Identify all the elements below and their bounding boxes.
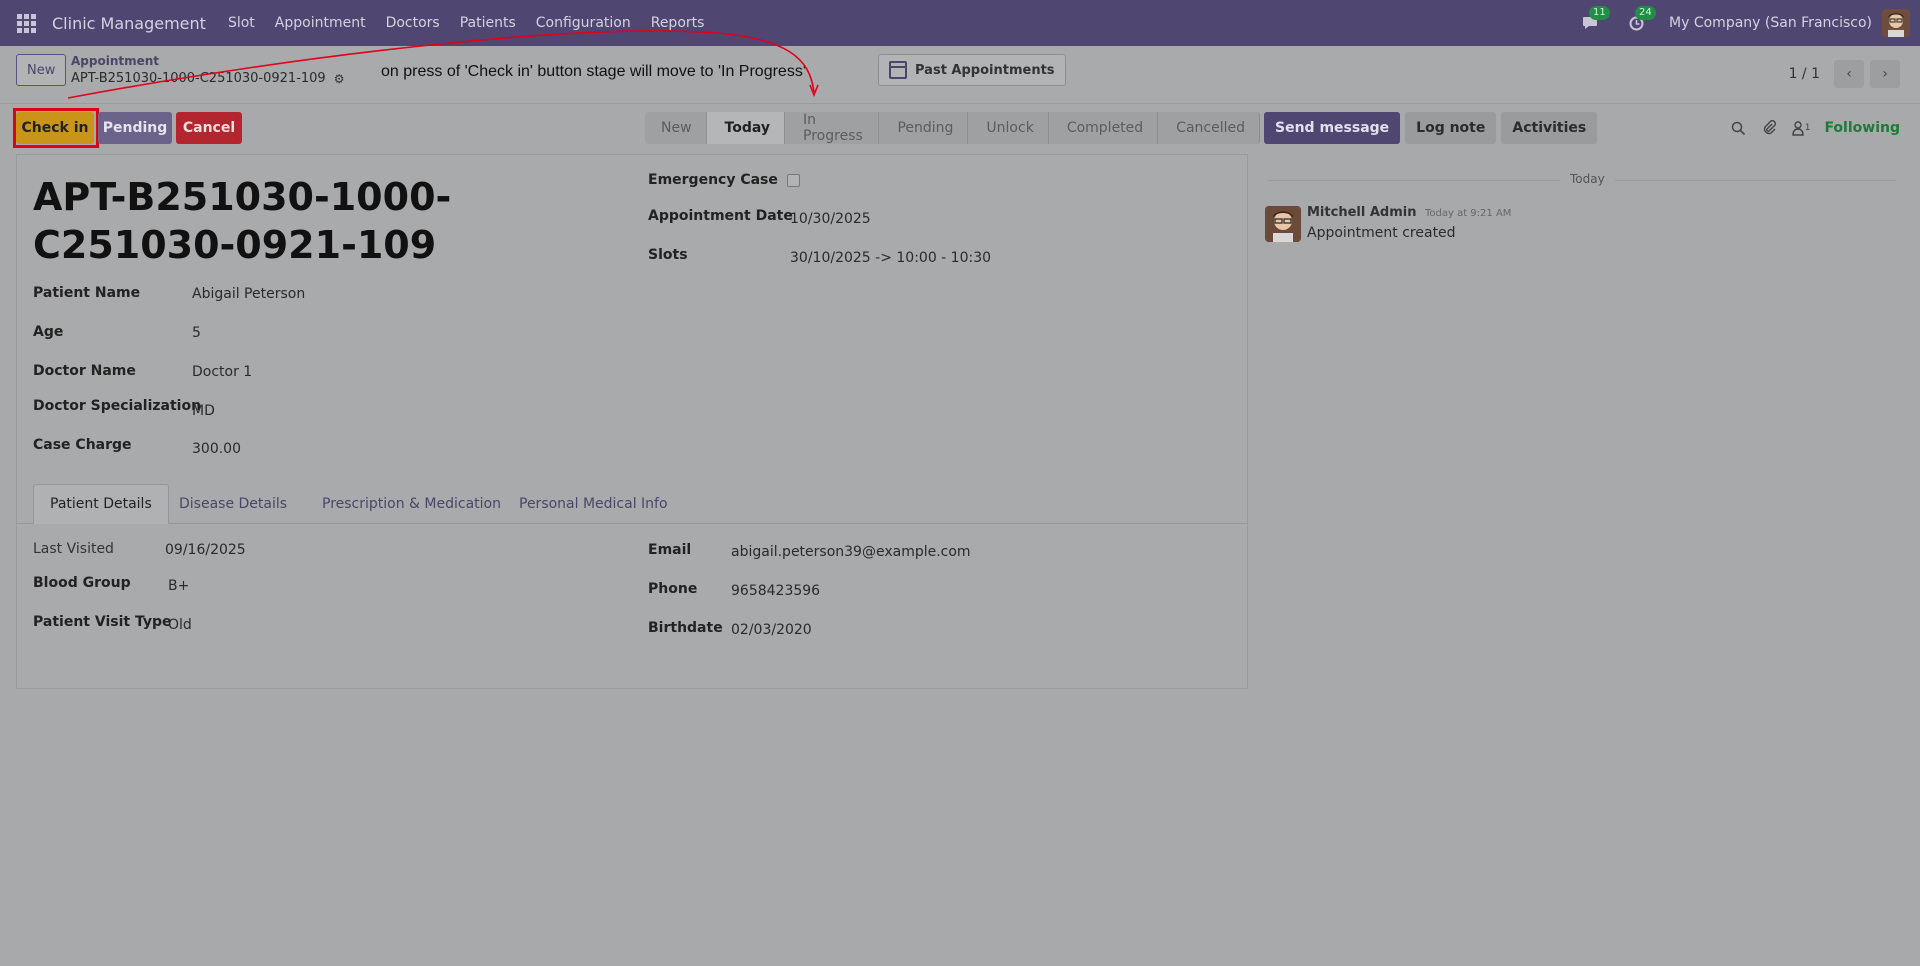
messages-icon[interactable]: 11 xyxy=(1577,6,1610,36)
pager-value[interactable]: 1 / 1 xyxy=(1789,66,1820,82)
tab-prescription-medication[interactable]: Prescription & Medication xyxy=(306,484,517,524)
pending-button[interactable]: Pending xyxy=(98,112,172,144)
activities-badge: 24 xyxy=(1635,6,1656,20)
tab-patient-details[interactable]: Patient Details xyxy=(33,484,169,524)
following-button[interactable]: Following xyxy=(1824,120,1900,136)
message-author: Mitchell Admin Today at 9:21 AM xyxy=(1307,205,1511,220)
calendar-icon xyxy=(889,61,907,79)
patient-visit-type-value[interactable]: Old xyxy=(168,617,192,633)
followers-count: 1 xyxy=(1804,123,1811,133)
paperclip-icon[interactable] xyxy=(1762,120,1776,136)
pager-previous-icon[interactable]: ‹ xyxy=(1834,60,1864,88)
notebook-tabs: Patient Details Disease Details Prescrip… xyxy=(17,484,1247,524)
patient-name-label: Patient Name xyxy=(33,285,141,301)
chatter-buttons: Send message Log note Activities xyxy=(1264,112,1602,144)
control-panel: New Appointment APT-B251030-1000-C251030… xyxy=(0,46,1920,104)
tab-disease-details[interactable]: Disease Details xyxy=(163,484,303,524)
followers-icon[interactable]: 1 xyxy=(1792,120,1811,136)
user-avatar[interactable] xyxy=(1882,9,1910,37)
checkin-highlight-box xyxy=(13,108,99,148)
stage-today[interactable]: Today xyxy=(706,112,786,144)
email-value[interactable]: abigail.peterson39@example.com xyxy=(731,544,971,560)
age-label: Age xyxy=(33,324,64,340)
breadcrumb-parent[interactable]: Appointment xyxy=(71,54,159,68)
breadcrumb-current-label: APT-B251030-1000-C251030-0921-109 xyxy=(71,71,326,86)
doctor-name-label: Doctor Name xyxy=(33,363,136,379)
birthdate-label: Birthdate xyxy=(648,620,723,636)
record-title: APT-B251030-1000-C251030-0921-109 xyxy=(33,175,452,267)
message-author-avatar[interactable] xyxy=(1265,206,1301,242)
chatter-tools: 1 Following xyxy=(1715,112,1900,144)
message-time: Today at 9:21 AM xyxy=(1424,208,1512,219)
stage-unlock[interactable]: Unlock xyxy=(968,112,1049,144)
doctor-name-value[interactable]: Doctor 1 xyxy=(192,364,252,380)
menu-configuration[interactable]: Configuration xyxy=(536,15,631,31)
stage-new[interactable]: New xyxy=(645,112,707,144)
menu-slot[interactable]: Slot xyxy=(228,15,255,31)
emergency-case-checkbox[interactable] xyxy=(787,174,800,187)
message-author-name[interactable]: Mitchell Admin xyxy=(1307,205,1416,220)
last-visited-label: Last Visited xyxy=(33,541,114,557)
apps-menu-icon[interactable] xyxy=(0,0,52,46)
doctor-specialization-label: Doctor Specialization xyxy=(33,398,202,414)
activities-button[interactable]: Activities xyxy=(1501,112,1598,144)
tab-personal-medical-info[interactable]: Personal Medical Info xyxy=(503,484,684,524)
search-icon[interactable] xyxy=(1731,121,1746,136)
slots-value[interactable]: 30/10/2025 -> 10:00 - 10:30 xyxy=(790,250,991,266)
phone-label: Phone xyxy=(648,581,698,597)
messages-badge: 11 xyxy=(1589,6,1610,20)
menu-patients[interactable]: Patients xyxy=(460,15,516,31)
activities-clock-icon[interactable]: 24 xyxy=(1623,6,1656,36)
age-value[interactable]: 5 xyxy=(192,325,201,341)
message-body: Appointment created xyxy=(1307,225,1456,241)
send-message-button[interactable]: Send message xyxy=(1264,112,1401,144)
new-button[interactable]: New xyxy=(16,54,67,86)
blood-group-label: Blood Group xyxy=(33,575,131,591)
cancel-button[interactable]: Cancel xyxy=(176,112,242,144)
top-navbar: Clinic Management Slot Appointment Docto… xyxy=(0,0,1920,46)
stage-in-progress[interactable]: In Progress xyxy=(785,112,880,144)
appointment-date-value[interactable]: 10/30/2025 xyxy=(790,211,871,227)
appointment-date-label: Appointment Date xyxy=(648,208,793,224)
breadcrumb-current: APT-B251030-1000-C251030-0921-109 ⚙ xyxy=(71,71,344,86)
annotation-text: on press of 'Check in' button stage will… xyxy=(381,63,806,80)
past-appointments-label: Past Appointments xyxy=(915,62,1055,78)
doctor-specialization-value[interactable]: MD xyxy=(192,403,215,419)
stage-completed[interactable]: Completed xyxy=(1048,112,1159,144)
stage-cancelled[interactable]: Cancelled xyxy=(1158,112,1260,144)
slots-label: Slots xyxy=(648,247,688,263)
email-label: Email xyxy=(648,542,692,558)
stage-pending[interactable]: Pending xyxy=(879,112,969,144)
patient-name-value[interactable]: Abigail Peterson xyxy=(192,286,305,302)
case-charge-label: Case Charge xyxy=(33,437,132,453)
phone-value[interactable]: 9658423596 xyxy=(731,583,820,599)
birthdate-value[interactable]: 02/03/2020 xyxy=(731,622,812,638)
blood-group-value[interactable]: B+ xyxy=(168,578,189,594)
statusbar: Check in Pending Cancel New Today In Pro… xyxy=(0,104,1260,154)
app-brand[interactable]: Clinic Management xyxy=(52,14,206,33)
stage-pipeline: New Today In Progress Pending Unlock Com… xyxy=(645,112,1260,144)
menu-appointment[interactable]: Appointment xyxy=(275,15,366,31)
menu-doctors[interactable]: Doctors xyxy=(386,15,440,31)
pager: 1 / 1 ‹ › xyxy=(1789,60,1900,88)
gear-icon[interactable]: ⚙ xyxy=(334,72,345,86)
past-appointments-button[interactable]: Past Appointments xyxy=(878,54,1066,86)
last-visited-value[interactable]: 09/16/2025 xyxy=(165,542,246,558)
patient-visit-type-label: Patient Visit Type xyxy=(33,614,172,630)
case-charge-value[interactable]: 300.00 xyxy=(192,441,241,457)
pager-next-icon[interactable]: › xyxy=(1870,60,1900,88)
company-switcher[interactable]: My Company (San Francisco) xyxy=(1669,15,1872,31)
log-note-button[interactable]: Log note xyxy=(1405,112,1497,144)
emergency-case-label: Emergency Case xyxy=(648,172,778,188)
form-sheet: APT-B251030-1000-C251030-0921-109 Patien… xyxy=(16,154,1248,689)
date-separator-label: Today xyxy=(1560,172,1615,186)
menu-reports[interactable]: Reports xyxy=(651,15,705,31)
